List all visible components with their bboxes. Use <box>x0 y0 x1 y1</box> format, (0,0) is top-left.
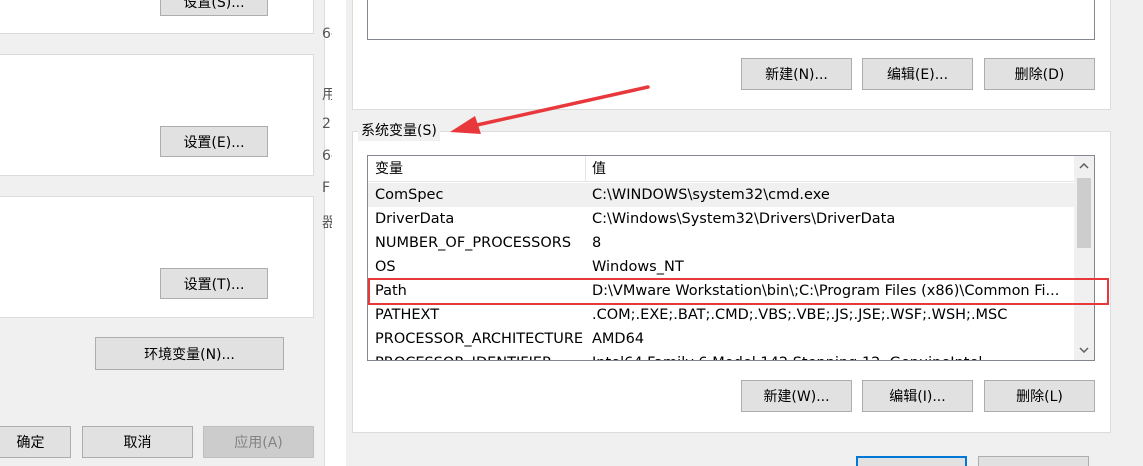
annotation-arrow-icon <box>450 85 650 134</box>
